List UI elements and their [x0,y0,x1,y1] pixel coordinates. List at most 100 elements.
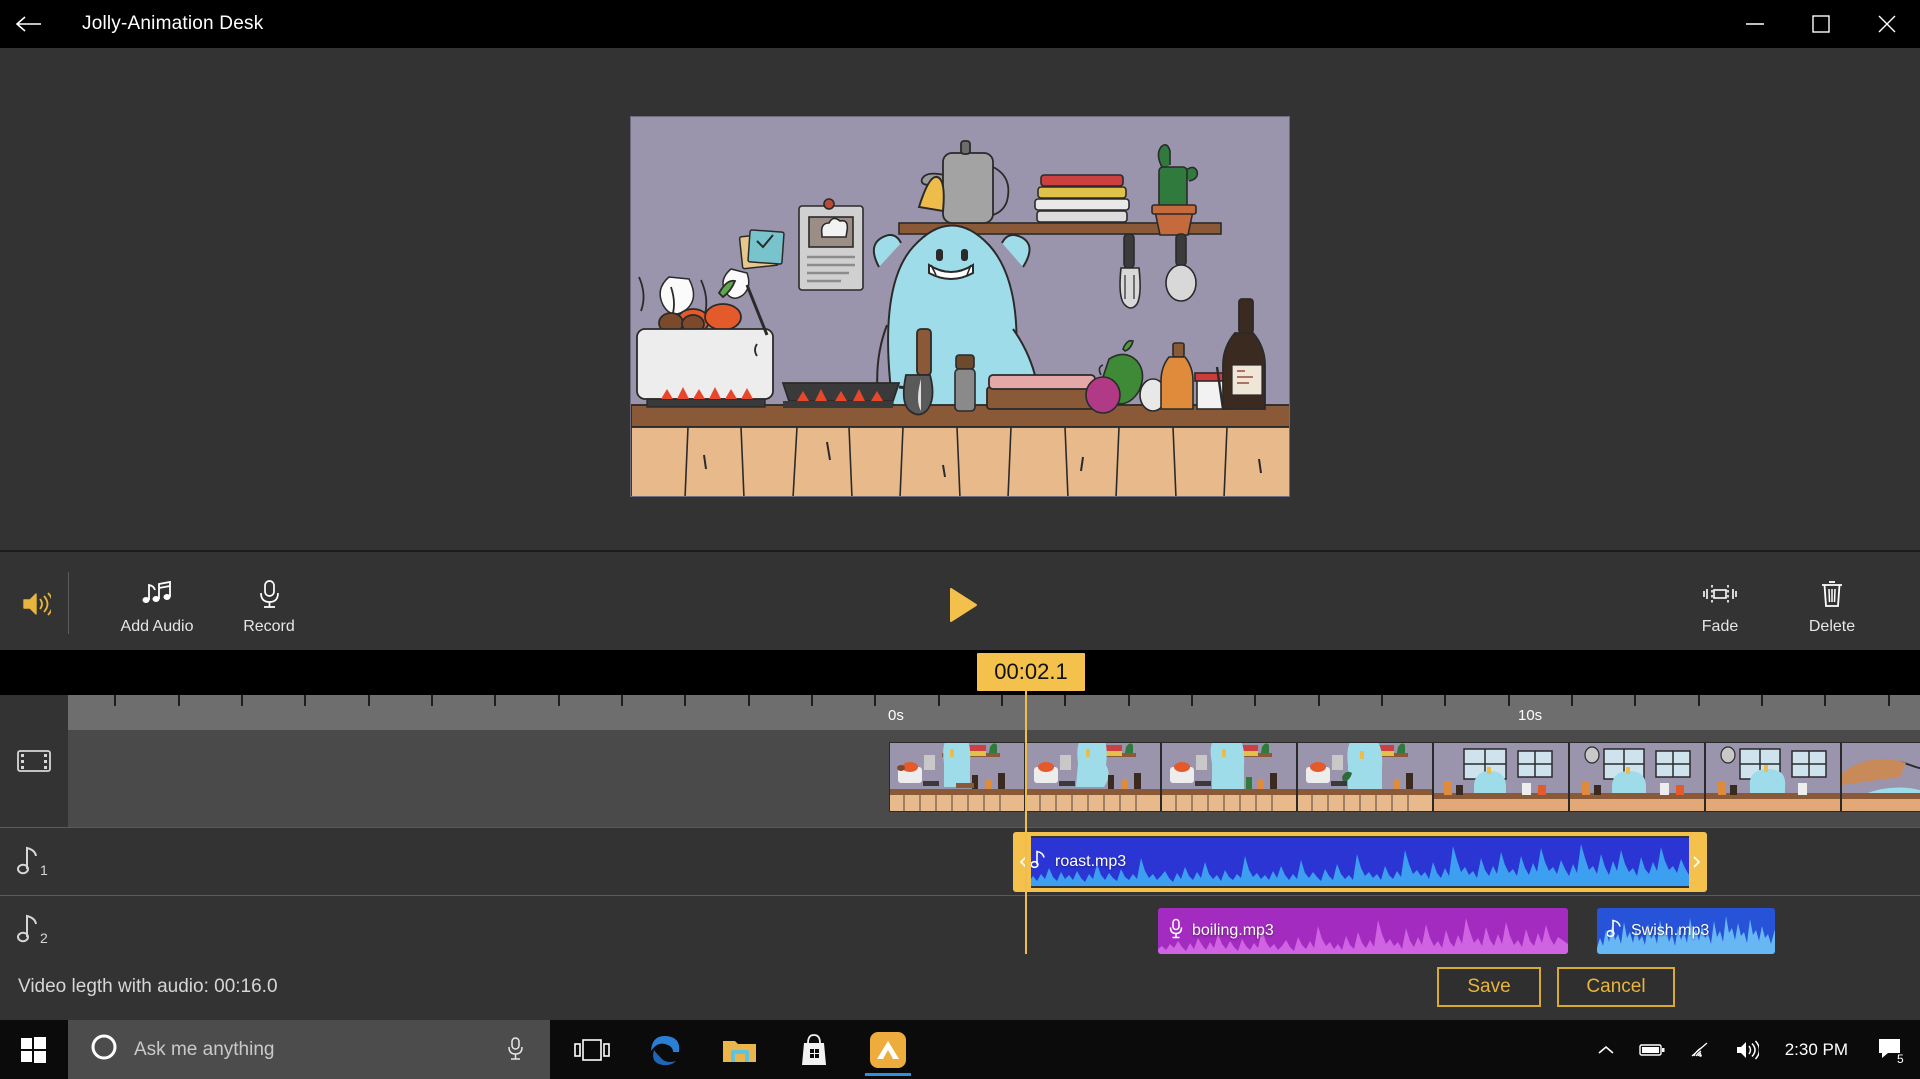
ruler-tick [1888,695,1890,706]
maximize-icon [1812,15,1830,33]
video-track-lane[interactable] [68,730,1920,827]
edge-browser-button[interactable] [634,1020,698,1079]
track-header-video[interactable] [0,695,68,827]
ruler-tick [1064,695,1066,706]
audio-track-2-lane[interactable]: boiling.mp3 Swish.mp3 [68,895,1920,963]
battery-button[interactable] [1627,1020,1677,1079]
video-thumbnail[interactable] [1569,742,1705,812]
back-button[interactable] [0,0,56,48]
edge-browser-icon [649,1033,683,1067]
ruler-tick [1571,695,1573,706]
minimize-button[interactable] [1722,0,1788,48]
svg-text:1: 1 [40,862,48,878]
start-button[interactable] [0,1020,68,1079]
microphone-icon [257,576,281,612]
save-button[interactable]: Save [1437,967,1541,1007]
audio-clip-label: Swish.mp3 [1631,922,1709,940]
ruler-label-10s: 10s [1518,707,1542,724]
ruler-tick [178,695,180,706]
fade-icon [1703,576,1737,612]
add-audio-button[interactable]: Add Audio [97,564,217,642]
volume-button[interactable] [1723,1020,1771,1079]
ruler-tick [1254,695,1256,706]
task-view-button[interactable] [560,1020,624,1079]
fade-button[interactable]: Fade [1660,564,1780,642]
timeline-ruler[interactable]: 0s 10s [68,695,1920,730]
video-thumbnail[interactable] [1841,742,1920,812]
ruler-label-0s: 0s [888,707,904,724]
file-explorer-button[interactable] [708,1020,772,1079]
ruler-tick [431,695,433,706]
video-thumbnail[interactable] [1025,742,1161,812]
audio-clip-roast[interactable]: roast.mp3 [1021,838,1699,886]
playhead[interactable] [1025,695,1027,954]
audio-track-1-lane[interactable]: roast.mp3 [68,827,1920,895]
windows-start-icon [21,1037,47,1063]
maximize-button[interactable] [1788,0,1854,48]
playhead-time-badge[interactable]: 00:02.1 [977,653,1085,691]
delete-label: Delete [1809,618,1855,636]
clock[interactable]: 2:30 PM [1771,1040,1862,1060]
record-button[interactable]: Record [209,564,329,642]
trash-icon [1819,576,1845,612]
app-window: Jolly-Animation Desk [0,0,1920,1079]
action-center-button[interactable]: 5 [1862,1020,1920,1079]
volume-icon [21,591,51,617]
search-placeholder: Ask me anything [134,1039,274,1061]
svg-text:2: 2 [40,930,48,946]
speaker-icon [1735,1040,1759,1060]
play-icon [947,587,979,623]
search-input[interactable]: Ask me anything [68,1020,550,1079]
preview-area [0,48,1920,550]
video-thumbnail[interactable] [1161,742,1297,812]
title-bar: Jolly-Animation Desk [0,0,1920,48]
ruler-tick [1191,695,1193,706]
play-button[interactable] [941,585,985,625]
wifi-button[interactable] [1677,1020,1723,1079]
video-thumbnail[interactable] [1705,742,1841,812]
close-icon [1877,14,1897,34]
video-thumbnail[interactable] [889,742,1025,812]
ruler-tick [1381,695,1383,706]
ruler-tick [874,695,876,706]
task-view-icon [572,1039,612,1061]
minimize-icon [1744,18,1766,30]
music-note-icon [1607,918,1623,945]
close-button[interactable] [1854,0,1920,48]
audio-clip-boiling[interactable]: boiling.mp3 [1158,908,1568,954]
animation-app-button[interactable] [856,1020,920,1079]
timeline: 00:02.1 [0,650,1920,954]
window-controls [1722,0,1920,48]
search-mic-icon[interactable] [506,1036,524,1067]
ruler-tick [811,695,813,706]
audio-clip-swish[interactable]: Swish.mp3 [1597,908,1775,954]
taskbar: Ask me anything [0,1020,1920,1079]
track-header-audio-1[interactable]: 1 [0,827,68,895]
video-thumbnail[interactable] [1433,742,1569,812]
video-clip[interactable] [889,742,1920,812]
track-header-audio-2[interactable]: 2 [0,895,68,963]
system-tray: 2:30 PM 5 [1585,1020,1920,1079]
record-label: Record [243,618,295,636]
music-note-icon: 1 [13,843,55,881]
tray-chevron-button[interactable] [1585,1020,1627,1079]
ruler-tick [304,695,306,706]
video-preview[interactable] [630,116,1290,497]
ruler-tick [1318,695,1320,706]
delete-button[interactable]: Delete [1772,564,1892,642]
cortana-circle-icon [90,1033,118,1066]
trim-handle-right[interactable] [1689,836,1703,888]
ruler-tick [621,695,623,706]
ruler-tick [241,695,243,706]
volume-button[interactable] [12,584,60,624]
trim-handle-left[interactable] [1017,836,1031,888]
video-thumbnail[interactable] [1297,742,1433,812]
status-bar: Video legth with audio: 00:16.0 Save Can… [0,954,1920,1020]
ruler-tick [938,695,940,706]
track-headers: 1 2 [0,695,68,954]
ruler-tick [1824,695,1826,706]
animation-app-icon [868,1030,908,1070]
microsoft-store-button[interactable] [782,1020,846,1079]
cancel-button[interactable]: Cancel [1557,967,1675,1007]
microsoft-store-icon [799,1034,829,1066]
